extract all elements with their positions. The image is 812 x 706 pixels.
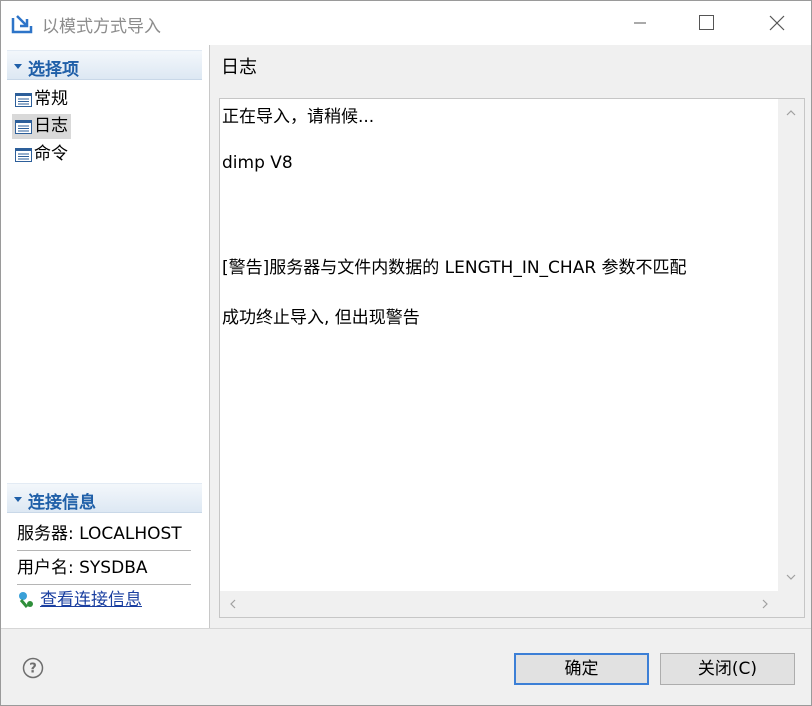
scroll-up-icon[interactable] xyxy=(785,107,797,119)
svg-text:?: ? xyxy=(29,662,37,677)
left-navigation-pane: 选择项 常规 日志 命令 连接信息 服务器: LOCALHOST 用户名: SY… xyxy=(1,45,210,628)
window-title: 以模式方式导入 xyxy=(42,17,161,37)
horizontal-scrollbar[interactable] xyxy=(220,591,778,617)
ok-button[interactable]: 确定 xyxy=(514,653,649,685)
nav-item-label: 日志 xyxy=(34,116,68,136)
close-icon[interactable] xyxy=(753,1,799,45)
maximize-icon[interactable] xyxy=(683,1,729,45)
vertical-scrollbar[interactable] xyxy=(778,99,804,591)
scroll-down-icon[interactable] xyxy=(785,571,797,583)
title-bar: 以模式方式导入 xyxy=(1,1,811,45)
log-text-area[interactable]: 正在导入，请稍候... dimp V8 [警告]服务器与文件内数据的 LENGT… xyxy=(219,98,805,618)
chevron-down-icon xyxy=(14,497,22,502)
log-line: 成功终止导入, 但出现警告 xyxy=(222,308,420,328)
server-info: 服务器: LOCALHOST xyxy=(17,517,191,551)
help-icon[interactable]: ? xyxy=(22,657,44,679)
connection-section-header[interactable]: 连接信息 xyxy=(7,483,202,513)
options-section-header[interactable]: 选择项 xyxy=(7,50,202,80)
connection-info-icon xyxy=(19,592,33,608)
log-line: 正在导入，请稍候... xyxy=(222,107,375,127)
nav-item-general[interactable]: 常规 xyxy=(12,87,71,112)
connection-section-label: 连接信息 xyxy=(28,493,96,513)
view-link-label: 查看连接信息 xyxy=(40,590,142,610)
log-section-title: 日志 xyxy=(221,57,257,78)
minimize-icon[interactable] xyxy=(617,1,663,45)
list-page-icon xyxy=(15,93,32,107)
dialog-window: 以模式方式导入 选择项 常规 日志 命令 连接信息 服务器: LOCALHOST… xyxy=(0,0,812,706)
log-line: [警告]服务器与文件内数据的 LENGTH_IN_CHAR 参数不匹配 xyxy=(222,258,687,278)
import-app-icon xyxy=(11,15,33,34)
button-bar: ? 确定 关闭(C) xyxy=(1,628,811,705)
nav-item-command[interactable]: 命令 xyxy=(12,142,71,167)
close-button[interactable]: 关闭(C) xyxy=(660,653,795,685)
scroll-right-icon[interactable] xyxy=(759,598,771,610)
options-section-label: 选择项 xyxy=(28,60,79,80)
chevron-down-icon xyxy=(14,64,22,69)
nav-item-log[interactable]: 日志 xyxy=(12,114,71,139)
nav-item-label: 常规 xyxy=(34,89,68,109)
nav-item-label: 命令 xyxy=(34,144,68,164)
log-line: dimp V8 xyxy=(222,153,293,173)
list-page-icon xyxy=(15,120,32,134)
view-connection-info-link[interactable]: 查看连接信息 xyxy=(17,587,142,613)
scrollbar-corner xyxy=(778,591,804,617)
user-info: 用户名: SYSDBA xyxy=(17,551,191,585)
list-page-icon xyxy=(15,148,32,162)
scroll-left-icon[interactable] xyxy=(227,598,239,610)
log-section-header: 日志 xyxy=(211,45,811,84)
